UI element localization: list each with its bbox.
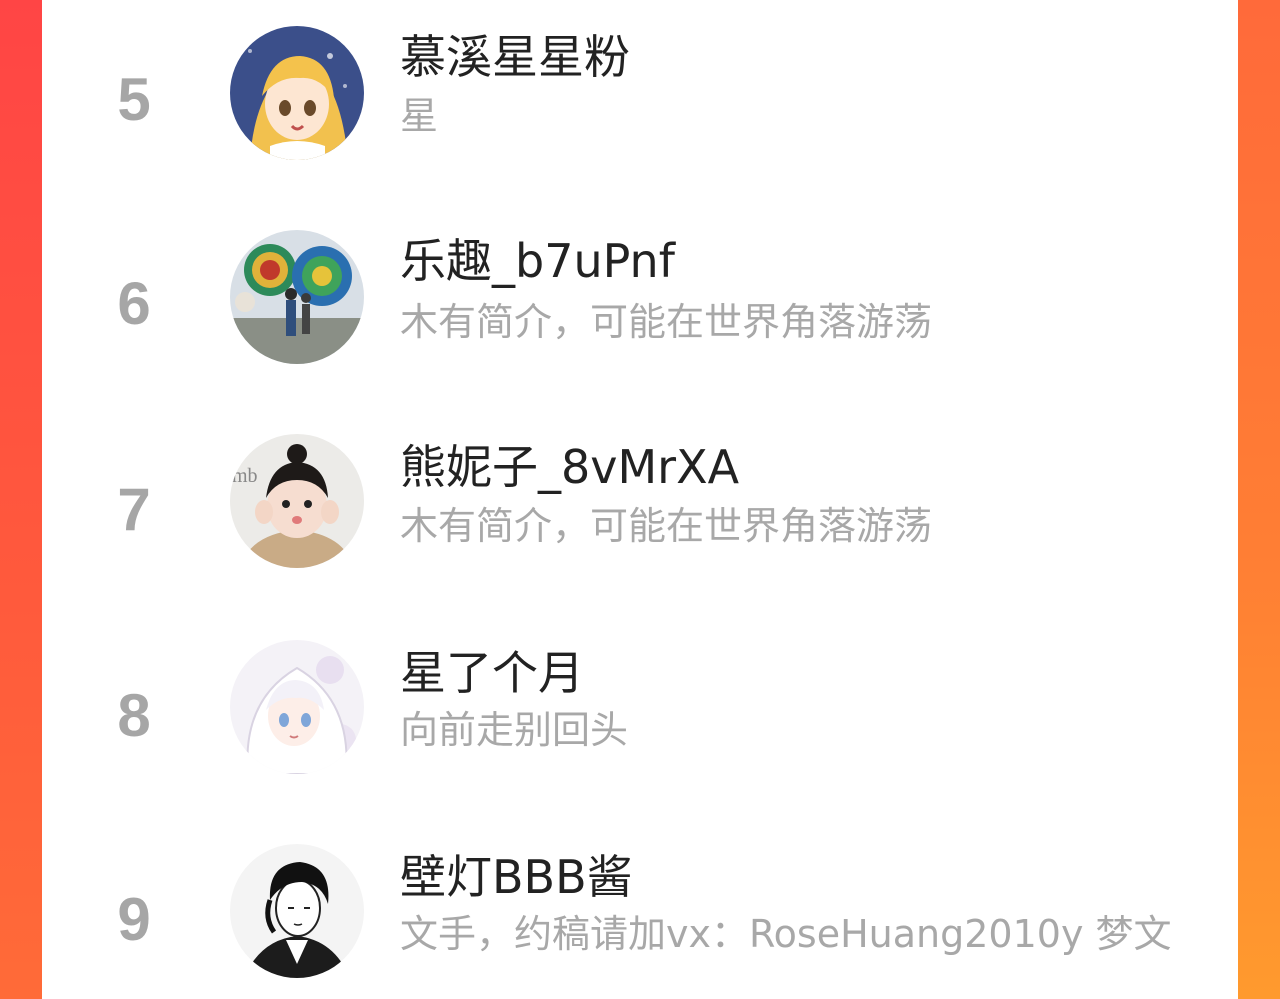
rank-number: 5 xyxy=(117,66,151,133)
user-name: 熊妮子_8vMrXA xyxy=(400,440,740,494)
user-bio: 向前走别回头 xyxy=(400,710,629,752)
rank-number: 6 xyxy=(117,270,151,337)
svg-text:mb: mb xyxy=(232,465,258,487)
manga-man-avatar-icon xyxy=(230,844,364,978)
right-frame-edge xyxy=(1238,0,1280,999)
anime-white-hair-avatar-icon xyxy=(230,640,364,774)
user-bio: 星 xyxy=(400,96,439,138)
user-name: 星了个月 xyxy=(400,646,584,700)
user-avatar[interactable]: mb xyxy=(230,434,364,568)
user-name: 壁灯BBB酱 xyxy=(400,850,633,904)
user-avatar[interactable] xyxy=(230,844,364,978)
list-item[interactable]: 7 mb 熊妮子_8vMrXA 木有简介，可能在世界角落游荡 xyxy=(42,434,1238,584)
list-item[interactable]: 8 星了个月 向前走别回头 xyxy=(42,640,1238,790)
user-avatar[interactable] xyxy=(230,26,364,160)
user-bio: 文手，约稿请加vx：RoseHuang2010y 梦文 xyxy=(400,914,1172,956)
child-photo-avatar-icon: mb xyxy=(230,434,364,568)
anime-girl-avatar-icon xyxy=(230,26,364,160)
ranking-list: 5 慕溪星星粉 星 6 乐趣_b7uPnf 木有简介，可能在世界角落游荡 7 m… xyxy=(42,0,1238,999)
user-avatar[interactable] xyxy=(230,230,364,364)
user-avatar[interactable] xyxy=(230,640,364,774)
list-item[interactable]: 6 乐趣_b7uPnf 木有简介，可能在世界角落游荡 xyxy=(42,228,1238,378)
left-frame-edge xyxy=(0,0,42,999)
user-name: 慕溪星星粉 xyxy=(400,30,630,84)
user-bio: 木有简介，可能在世界角落游荡 xyxy=(400,506,933,548)
user-name: 乐趣_b7uPnf xyxy=(400,234,675,288)
rank-number: 9 xyxy=(117,886,151,953)
rank-number: 8 xyxy=(117,682,151,749)
rank-number: 7 xyxy=(117,476,151,543)
user-bio: 木有简介，可能在世界角落游荡 xyxy=(400,302,933,344)
list-item[interactable]: 9 壁灯BBB酱 文手，约稿请加vx：RoseHuang2010y 梦文 xyxy=(42,844,1238,994)
list-item[interactable]: 5 慕溪星星粉 星 xyxy=(42,22,1238,172)
peacock-photo-avatar-icon xyxy=(230,230,364,364)
